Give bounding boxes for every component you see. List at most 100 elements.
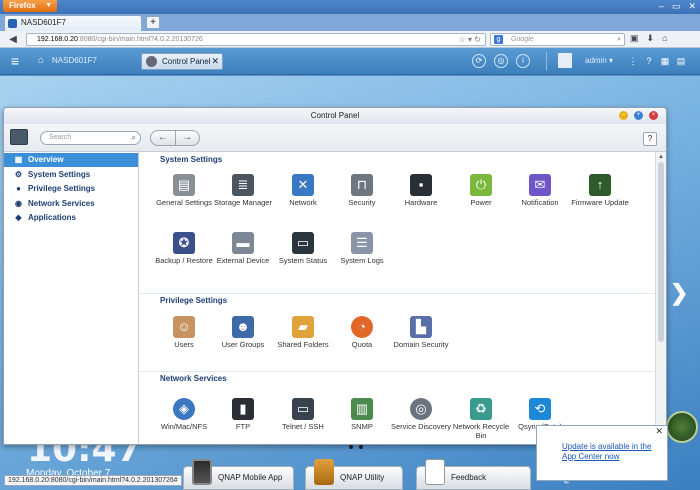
event-notification-icon[interactable]: i — [516, 54, 530, 68]
user-groups-app[interactable]: ☻ User Groups — [213, 316, 273, 349]
favicon-icon — [8, 19, 17, 28]
pager-dot[interactable] — [349, 445, 353, 449]
backup-restore-app[interactable]: ✪ Backup / Restore — [154, 232, 214, 265]
maximize-window-icon[interactable]: + — [634, 111, 643, 120]
forward-arrow-icon[interactable]: → — [176, 131, 200, 145]
main-menu-icon[interactable]: ≡ — [5, 53, 25, 70]
backup-icon: ✪ — [173, 232, 195, 254]
browser-tab[interactable]: NASD601F7 — [4, 15, 142, 31]
dock-qnap-utility[interactable]: QNAP Utility — [305, 459, 403, 490]
minimize-window-icon[interactable]: – — [619, 111, 628, 120]
storage-icon: ≣ — [232, 174, 254, 196]
ftp-app[interactable]: ▮ FTP — [213, 398, 273, 431]
new-tab-button[interactable]: + — [146, 16, 160, 29]
close-notification-icon[interactable]: ✕ — [655, 426, 663, 436]
power-app[interactable]: ⏻ Power — [451, 174, 511, 207]
close-task-icon[interactable]: ✕ — [211, 54, 219, 69]
sidebar-item-system-settings[interactable]: ⚙ System Settings — [4, 168, 138, 182]
avatar[interactable] — [558, 53, 572, 68]
nas-home-button[interactable]: ⌂ NASD601F7 — [38, 54, 97, 68]
shared-folders-app[interactable]: ▰ Shared Folders — [273, 316, 333, 349]
security-app[interactable]: ⊓ Security — [332, 174, 392, 207]
bookmarks-icon[interactable]: ▣ — [630, 33, 639, 44]
maximize-icon[interactable]: ▭ — [672, 1, 681, 12]
search-icon[interactable]: ⌕ — [132, 132, 136, 144]
search-icon[interactable]: ⌕ — [617, 34, 621, 45]
utility-box-icon — [314, 459, 334, 485]
reload-icon[interactable]: ↻ — [474, 35, 481, 44]
external-device-app[interactable]: ▬ External Device — [213, 232, 273, 265]
help-button[interactable]: ? — [643, 132, 657, 146]
search-input[interactable]: Search ⌕ — [40, 131, 141, 145]
hardware-app[interactable]: ▪ Hardware — [391, 174, 451, 207]
dashboard-icon[interactable]: ▦ — [659, 54, 671, 68]
gear-icon: ⚙ — [14, 169, 23, 179]
sidebar-item-label: Overview — [28, 155, 64, 164]
service-discovery-app[interactable]: ◎ Service Discovery — [391, 398, 451, 431]
general-settings-app[interactable]: ▤ General Settings — [154, 174, 214, 207]
telnet-ssh-app[interactable]: ▭ Telnet / SSH — [273, 398, 333, 431]
network-recycle-bin-app[interactable]: ♻ Network Recycle Bin — [451, 398, 511, 440]
back-arrow-icon[interactable]: ← — [151, 131, 176, 145]
dock-feedback[interactable]: Feedback — [416, 459, 531, 490]
dock-qnap-mobile-app[interactable]: QNAP Mobile App — [183, 459, 294, 490]
chevron-right-icon[interactable]: ❯ — [670, 280, 688, 306]
firmware-update-app[interactable]: ↑ Firmware Update — [570, 174, 630, 207]
control-panel-window: Control Panel – + × Search ⌕ ← → ? ▦ Ove… — [3, 107, 667, 445]
minimize-icon[interactable]: – — [659, 1, 664, 12]
bookmark-star-icon[interactable]: ☆ — [459, 35, 466, 44]
help-icon[interactable]: ? — [643, 54, 655, 68]
nas-right-icons: ⋮ ? ▦ ▤ — [627, 54, 687, 68]
desktop-pager — [349, 445, 363, 449]
house-icon: ⌂ — [38, 55, 45, 66]
sidebar-item-network-services[interactable]: ◉ Network Services — [4, 197, 138, 211]
close-window-icon[interactable]: × — [649, 111, 658, 120]
domain-security-icon: ▙ — [410, 316, 432, 338]
search-placeholder: Search — [49, 134, 72, 141]
scroll-up-icon[interactable]: ▲ — [658, 154, 664, 160]
notification-app[interactable]: ✉ Notification — [510, 174, 570, 207]
background-task-icon[interactable]: ⟳ — [472, 54, 486, 68]
close-icon[interactable]: ✕ — [688, 1, 696, 12]
update-link[interactable]: Update is available in the App Center no… — [562, 442, 651, 461]
domain-security-app[interactable]: ▙ Domain Security — [391, 316, 451, 349]
control-panel-app-icon[interactable] — [10, 129, 28, 145]
sidebar-item-applications[interactable]: ◆ Applications — [4, 211, 138, 225]
control-panel-task-button[interactable]: Control Panel ✕ — [141, 53, 223, 70]
system-status-app[interactable]: ▭ System Status — [273, 232, 333, 265]
sidebar-item-label: Privilege Settings — [28, 184, 96, 193]
dropdown-icon[interactable]: ▾ — [468, 35, 472, 44]
mobile-phone-icon — [192, 459, 212, 485]
win-mac-nfs-app[interactable]: ◈ Win/Mac/NFS — [154, 398, 214, 431]
resource-monitor-gauge-icon[interactable] — [666, 411, 698, 443]
firefox-menu-button[interactable]: Firefox ▼ — [3, 0, 57, 12]
sidebar-item-overview[interactable]: ▦ Overview — [4, 153, 138, 167]
url-bar[interactable]: 192.168.0.20:8080/cgi-bin/main.html?4.0.… — [26, 33, 486, 46]
window-titlebar[interactable]: Control Panel – + × — [4, 108, 666, 124]
scrollbar-thumb[interactable] — [658, 162, 664, 342]
scrollbar[interactable]: ▲ — [655, 152, 666, 444]
search-bar[interactable]: g Google ⌕ — [490, 33, 625, 46]
grid-icon[interactable]: ▤ — [675, 54, 687, 68]
sidebar-item-label: System Settings — [28, 169, 91, 179]
pager-dot[interactable] — [359, 445, 363, 449]
back-icon[interactable]: ◀ — [6, 33, 20, 46]
network-app[interactable]: ✕ Network — [273, 174, 333, 207]
download-icon[interactable]: ⬇ — [647, 33, 655, 44]
home-icon[interactable]: ⌂ — [662, 33, 667, 44]
recycle-bin-icon: ♻ — [470, 398, 492, 420]
storage-manager-app[interactable]: ≣ Storage Manager — [213, 174, 273, 207]
external-device-status-icon[interactable]: ◎ — [494, 54, 508, 68]
snmp-app[interactable]: ▥ SNMP — [332, 398, 392, 431]
users-app[interactable]: ☺ Users — [154, 316, 214, 349]
user-menu[interactable]: admin ▾ — [585, 54, 613, 68]
quota-app[interactable]: ◔ Quota — [332, 316, 392, 349]
general-settings-icon: ▤ — [173, 174, 195, 196]
options-icon[interactable]: ⋮ — [627, 54, 639, 68]
system-logs-app[interactable]: ☰ System Logs — [332, 232, 392, 265]
chevron-down-icon: ▼ — [45, 2, 52, 9]
app-label: System Logs — [340, 256, 384, 265]
feedback-pencil-icon — [425, 459, 445, 485]
sidebar-item-privilege-settings[interactable]: ● Privilege Settings — [4, 182, 138, 196]
search-bar-placeholder: Google — [511, 36, 534, 43]
